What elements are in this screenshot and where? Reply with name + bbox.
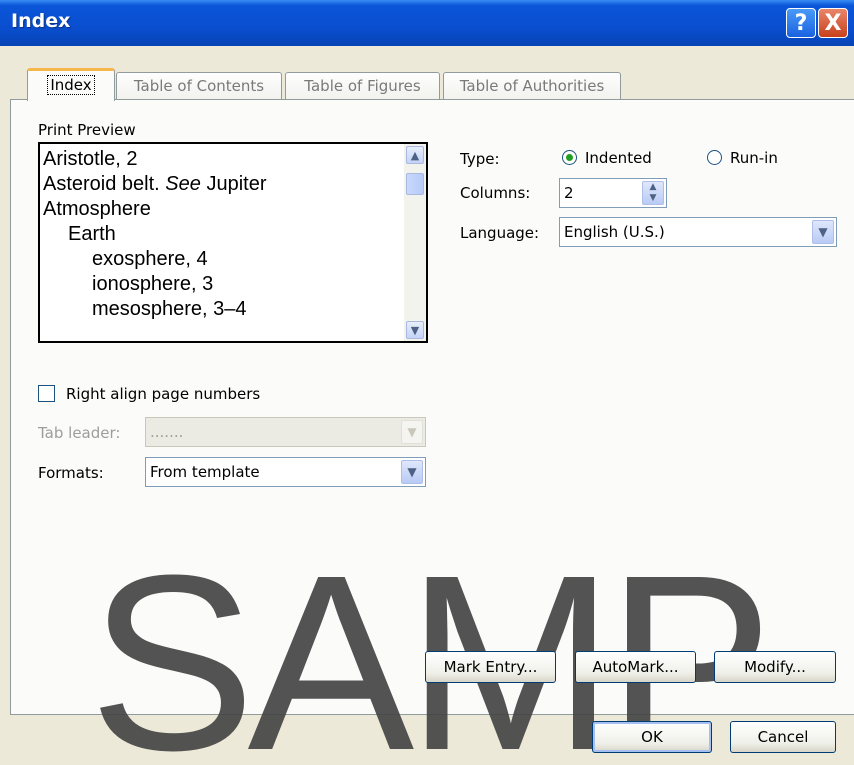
scroll-down-icon[interactable]: ▼ [406,321,424,339]
tab-table-of-figures[interactable]: Table of Figures [285,72,440,100]
columns-label: Columns: [460,184,531,202]
preview-scrollbar[interactable]: ▲ ▼ [404,144,426,341]
tab-leader-value: ....... [150,423,184,441]
preview-entry: Aristotle, 2 [43,148,138,170]
formats-label: Formats: [38,464,104,482]
preview-entry: exosphere, 4 [92,248,208,270]
columns-value[interactable]: 2 [564,184,574,202]
mark-entry-button[interactable]: Mark Entry... [425,651,556,683]
close-button[interactable]: X [818,8,848,38]
scroll-thumb[interactable] [406,173,424,195]
window-title: Index [11,10,71,32]
cancel-button[interactable]: Cancel [730,721,836,753]
automark-button[interactable]: AutoMark... [575,651,696,683]
tab-index[interactable]: Index [27,68,115,101]
preview-entry: Earth [68,223,116,245]
title-bar: Index ? X [0,0,854,46]
formats-dropdown[interactable]: From template ▼ [145,457,426,487]
right-align-checkbox[interactable] [38,385,55,402]
language-value[interactable]: English (U.S.) [564,223,665,241]
run-in-radio[interactable] [707,150,722,165]
right-align-label[interactable]: Right align page numbers [66,385,260,403]
columns-spinner[interactable]: 2 ▲ ▼ [559,178,667,208]
chevron-down-icon: ▼ [401,420,423,444]
help-button[interactable]: ? [786,8,816,38]
formats-value[interactable]: From template [150,463,260,481]
preview-entry: Asteroid belt. See Jupiter [43,173,267,195]
indented-label[interactable]: Indented [585,149,652,167]
print-preview-label: Print Preview [38,121,136,139]
preview-entry: mesosphere, 3–4 [92,298,247,320]
chevron-down-icon[interactable]: ▼ [401,460,423,484]
spin-arrows-icon[interactable]: ▲ ▼ [642,181,664,205]
tab-leader-label: Tab leader: [38,424,121,442]
language-dropdown[interactable]: English (U.S.) ▼ [559,217,837,247]
preview-entry: ionosphere, 3 [92,273,214,295]
language-label: Language: [460,224,540,242]
modify-button[interactable]: Modify... [714,651,836,683]
tab-table-of-contents[interactable]: Table of Contents [116,72,282,100]
type-label: Type: [460,150,500,168]
scroll-up-icon[interactable]: ▲ [406,146,424,164]
ok-button[interactable]: OK [592,721,712,753]
preview-entry: Atmosphere [43,198,151,220]
chevron-down-icon[interactable]: ▼ [812,220,834,244]
index-dialog: Index ? X Index Table of Contents Table … [0,0,854,765]
run-in-label[interactable]: Run-in [730,149,778,167]
tab-leader-dropdown: ....... ▼ [145,417,426,447]
print-preview-box: Aristotle, 2 Asteroid belt. See Jupiter … [38,142,428,343]
tab-table-of-authorities[interactable]: Table of Authorities [443,72,621,100]
indented-radio[interactable] [562,150,577,165]
